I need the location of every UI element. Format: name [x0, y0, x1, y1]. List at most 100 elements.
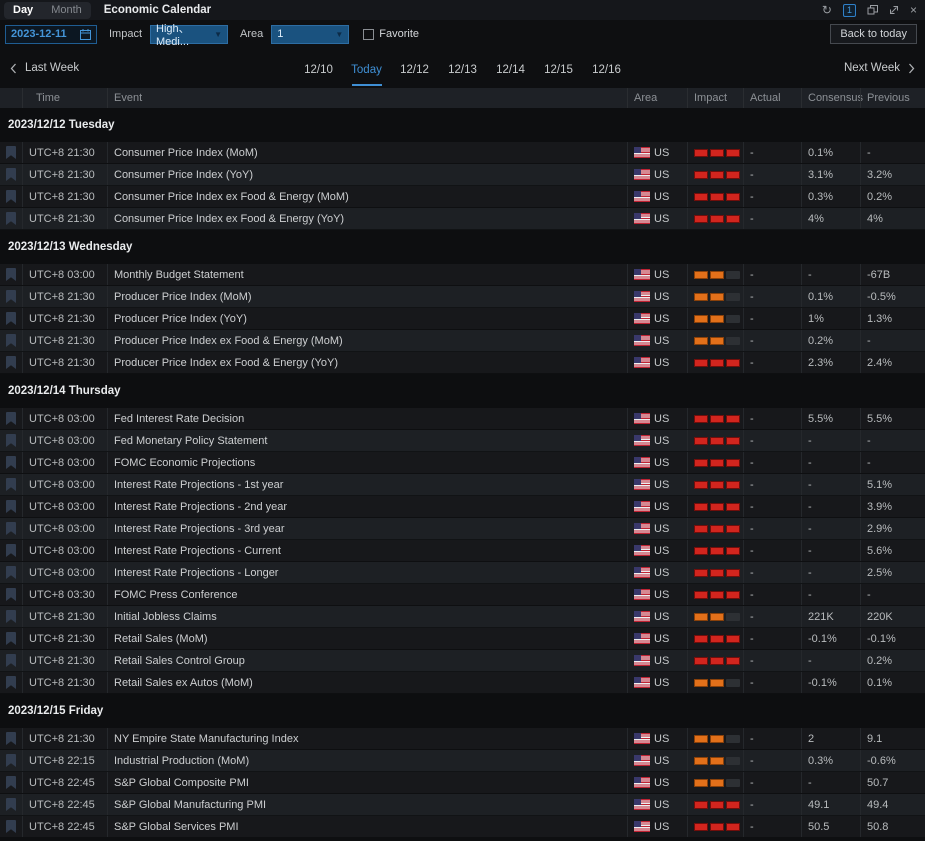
bookmark-icon[interactable]: [0, 628, 22, 649]
bookmark-icon[interactable]: [0, 496, 22, 517]
table-row[interactable]: UTC+8 03:00 Fed Interest Rate Decision U…: [0, 408, 925, 430]
week-day-tab[interactable]: 12/16: [583, 55, 631, 87]
table-row[interactable]: UTC+8 21:30 Producer Price Index (YoY) U…: [0, 308, 925, 330]
bookmark-icon[interactable]: [0, 518, 22, 539]
table-row[interactable]: UTC+8 03:30 FOMC Press Conference US - -…: [0, 584, 925, 606]
table-row[interactable]: UTC+8 21:30 Producer Price Index (MoM) U…: [0, 286, 925, 308]
restore-window-icon[interactable]: [867, 5, 878, 15]
bookmark-icon[interactable]: [0, 540, 22, 561]
last-week-button[interactable]: Last Week: [10, 62, 79, 74]
table-row[interactable]: UTC+8 03:00 Interest Rate Projections - …: [0, 518, 925, 540]
impact-indicator: [687, 474, 743, 495]
table-row[interactable]: UTC+8 03:00 Monthly Budget Statement US …: [0, 264, 925, 286]
date-picker-input[interactable]: 2023-12-11: [5, 24, 97, 44]
table-row[interactable]: UTC+8 21:30 Producer Price Index ex Food…: [0, 352, 925, 374]
bookmark-icon[interactable]: [0, 408, 22, 429]
bookmark-icon[interactable]: [0, 264, 22, 285]
table-row[interactable]: UTC+8 03:00 Interest Rate Projections - …: [0, 562, 925, 584]
table-row[interactable]: UTC+8 03:00 Interest Rate Projections - …: [0, 540, 925, 562]
table-row[interactable]: UTC+8 21:30 Consumer Price Index ex Food…: [0, 208, 925, 230]
table-body: 2023/12/12 Tuesday UTC+8 21:30 Consumer …: [0, 108, 925, 838]
bookmark-icon[interactable]: [0, 430, 22, 451]
bookmark-icon[interactable]: [0, 772, 22, 793]
bookmark-icon[interactable]: [0, 474, 22, 495]
panel-count-badge[interactable]: 1: [842, 3, 856, 17]
table-row[interactable]: UTC+8 21:30 Consumer Price Index (MoM) U…: [0, 142, 925, 164]
bookmark-icon[interactable]: [0, 286, 22, 307]
bookmark-icon[interactable]: [0, 750, 22, 771]
next-week-button[interactable]: Next Week: [844, 62, 915, 74]
table-row[interactable]: UTC+8 21:30 NY Empire State Manufacturin…: [0, 728, 925, 750]
week-day-tab[interactable]: 12/12: [391, 55, 439, 87]
week-day-tab[interactable]: 12/10: [295, 55, 343, 87]
bookmark-icon[interactable]: [0, 142, 22, 163]
us-flag-icon: [634, 213, 650, 224]
week-day-tab[interactable]: 12/13: [439, 55, 487, 87]
tab-month[interactable]: Month: [42, 4, 91, 16]
bookmark-icon[interactable]: [0, 584, 22, 605]
bookmark-icon[interactable]: [0, 794, 22, 815]
us-flag-icon: [634, 435, 650, 446]
table-row[interactable]: UTC+8 21:30 Retail Sales Control Group U…: [0, 650, 925, 672]
previous-value: -67B: [860, 264, 925, 285]
next-week-label: Next Week: [843, 62, 900, 74]
bookmark-icon[interactable]: [0, 672, 22, 693]
impact-bar: [710, 546, 724, 555]
impact-bar: [726, 612, 740, 621]
table-row[interactable]: UTC+8 21:30 Retail Sales ex Autos (MoM) …: [0, 672, 925, 694]
bookmark-icon[interactable]: [0, 352, 22, 373]
table-row[interactable]: UTC+8 03:00 Interest Rate Projections - …: [0, 474, 925, 496]
impact-bar: [694, 734, 708, 743]
table-row[interactable]: UTC+8 22:15 Industrial Production (MoM) …: [0, 750, 925, 772]
expand-icon[interactable]: [889, 5, 899, 15]
table-row[interactable]: UTC+8 22:45 S&P Global Services PMI US -…: [0, 816, 925, 838]
event-area: US: [627, 606, 687, 627]
impact-bar: [710, 192, 724, 201]
event-time: UTC+8 03:00: [22, 452, 107, 473]
bookmark-icon[interactable]: [0, 208, 22, 229]
table-row[interactable]: UTC+8 21:30 Consumer Price Index ex Food…: [0, 186, 925, 208]
impact-indicator: [687, 264, 743, 285]
table-row[interactable]: UTC+8 03:00 Interest Rate Projections - …: [0, 496, 925, 518]
table-row[interactable]: UTC+8 21:30 Consumer Price Index (YoY) U…: [0, 164, 925, 186]
impact-bar: [710, 524, 724, 533]
table-row[interactable]: UTC+8 21:30 Initial Jobless Claims US - …: [0, 606, 925, 628]
table-row[interactable]: UTC+8 21:30 Retail Sales (MoM) US - -0.1…: [0, 628, 925, 650]
favorite-checkbox[interactable]: [363, 28, 375, 40]
bookmark-icon[interactable]: [0, 606, 22, 627]
bookmark-icon[interactable]: [0, 650, 22, 671]
us-flag-icon: [634, 457, 650, 468]
actual-value: -: [743, 606, 801, 627]
table-row[interactable]: UTC+8 03:00 Fed Monetary Policy Statemen…: [0, 430, 925, 452]
week-day-tab[interactable]: Today: [343, 55, 391, 87]
consensus-value: -: [801, 540, 860, 561]
event-time: UTC+8 21:30: [22, 142, 107, 163]
bookmark-icon[interactable]: [0, 816, 22, 837]
group-date: 2023/12/15 Friday: [8, 705, 104, 717]
bookmark-icon[interactable]: [0, 330, 22, 351]
tab-day[interactable]: Day: [4, 4, 42, 16]
area-filter-dropdown[interactable]: 1 ▼: [271, 24, 350, 44]
bookmark-icon[interactable]: [0, 728, 22, 749]
bookmark-icon[interactable]: [0, 452, 22, 473]
bookmark-icon[interactable]: [0, 186, 22, 207]
table-row[interactable]: UTC+8 22:45 S&P Global Composite PMI US …: [0, 772, 925, 794]
close-icon[interactable]: ×: [910, 4, 917, 16]
bookmark-icon[interactable]: [0, 308, 22, 329]
week-day-tab[interactable]: 12/15: [535, 55, 583, 87]
previous-value: 49.4: [860, 794, 925, 815]
bookmark-icon[interactable]: [0, 164, 22, 185]
impact-bar: [726, 214, 740, 223]
refresh-icon[interactable]: ↻: [822, 4, 832, 16]
bookmark-icon[interactable]: [0, 562, 22, 583]
impact-filter-dropdown[interactable]: High、Medi... ▼: [150, 23, 229, 48]
table-row[interactable]: UTC+8 21:30 Producer Price Index ex Food…: [0, 330, 925, 352]
us-flag-icon: [634, 191, 650, 202]
week-day-tab[interactable]: 12/14: [487, 55, 535, 87]
table-row[interactable]: UTC+8 03:00 FOMC Economic Projections US…: [0, 452, 925, 474]
table-row[interactable]: UTC+8 22:45 S&P Global Manufacturing PMI…: [0, 794, 925, 816]
event-area: US: [627, 672, 687, 693]
table-header: Time Event Area Impact Actual Consensus …: [0, 88, 925, 108]
event-name: Producer Price Index ex Food & Energy (M…: [107, 330, 627, 351]
back-to-today-button[interactable]: Back to today: [830, 24, 917, 44]
